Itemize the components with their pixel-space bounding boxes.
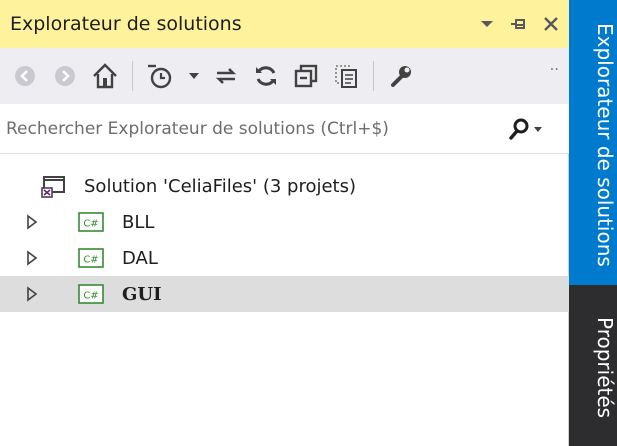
pin-icon[interactable] <box>509 14 529 34</box>
side-tab-strip: Explorateur de solutions Propriétés <box>569 0 617 446</box>
solution-label: Solution 'CeliaFiles' (3 projets) <box>84 175 357 197</box>
search-button[interactable] <box>508 117 544 141</box>
tree-item-label: GUI <box>122 283 162 305</box>
expand-arrow-icon[interactable] <box>24 286 40 302</box>
search-bar <box>0 104 569 154</box>
panel-title: Explorateur de solutions <box>10 13 242 35</box>
refresh-icon[interactable] <box>249 59 283 93</box>
svg-text:C#: C# <box>83 291 98 302</box>
search-input[interactable] <box>6 118 504 139</box>
side-tab-properties[interactable]: Propriétés <box>569 296 617 436</box>
solution-icon <box>40 174 68 202</box>
back-icon[interactable] <box>8 59 42 93</box>
side-tab-solution-explorer[interactable]: Explorateur de solutions <box>569 0 617 285</box>
tree-item-label: BLL <box>122 211 155 233</box>
expand-arrow-icon[interactable] <box>24 214 40 230</box>
toolbar-overflow-icon[interactable]: ‥ <box>550 58 559 74</box>
solution-tree: Solution 'CeliaFiles' (3 projets) C# BLL… <box>0 168 569 312</box>
tree-item-gui[interactable]: C# GUI <box>0 276 569 312</box>
side-tab-label: Explorateur de solutions <box>593 22 617 267</box>
chevron-down-icon[interactable] <box>183 59 205 93</box>
tree-item-label: DAL <box>122 247 158 269</box>
svg-text:C#: C# <box>83 219 98 230</box>
home-icon[interactable] <box>88 59 122 93</box>
dropdown-arrow-icon[interactable] <box>477 14 497 34</box>
forward-icon[interactable] <box>48 59 82 93</box>
toolbar-separator <box>132 61 133 91</box>
csharp-project-icon: C# <box>78 284 104 308</box>
solution-explorer-panel: Explorateur de solutions ‥ Rechercher Ex… <box>0 0 569 446</box>
toolbar-separator <box>373 61 374 91</box>
expand-arrow-icon[interactable] <box>24 250 40 266</box>
search-icon <box>509 118 529 140</box>
svg-text:C#: C# <box>83 255 98 266</box>
panel-title-bar: Explorateur de solutions <box>0 0 569 48</box>
csharp-project-icon: C# <box>78 212 104 236</box>
side-tab-label: Propriétés <box>593 317 617 419</box>
tree-item-dal[interactable]: C# DAL <box>0 240 569 276</box>
toolbar: ‥ <box>0 48 569 104</box>
close-icon[interactable] <box>541 14 561 34</box>
solution-node[interactable]: Solution 'CeliaFiles' (3 projets) <box>0 168 569 204</box>
tree-item-bll[interactable]: C# BLL <box>0 204 569 240</box>
properties-wrench-icon[interactable] <box>384 59 418 93</box>
sync-with-active-document-icon[interactable] <box>209 59 243 93</box>
pending-changes-filter-icon[interactable] <box>143 59 177 93</box>
csharp-project-icon: C# <box>78 248 104 272</box>
title-buttons <box>477 14 561 34</box>
collapse-all-icon[interactable] <box>289 59 323 93</box>
show-all-files-icon[interactable] <box>329 59 363 93</box>
